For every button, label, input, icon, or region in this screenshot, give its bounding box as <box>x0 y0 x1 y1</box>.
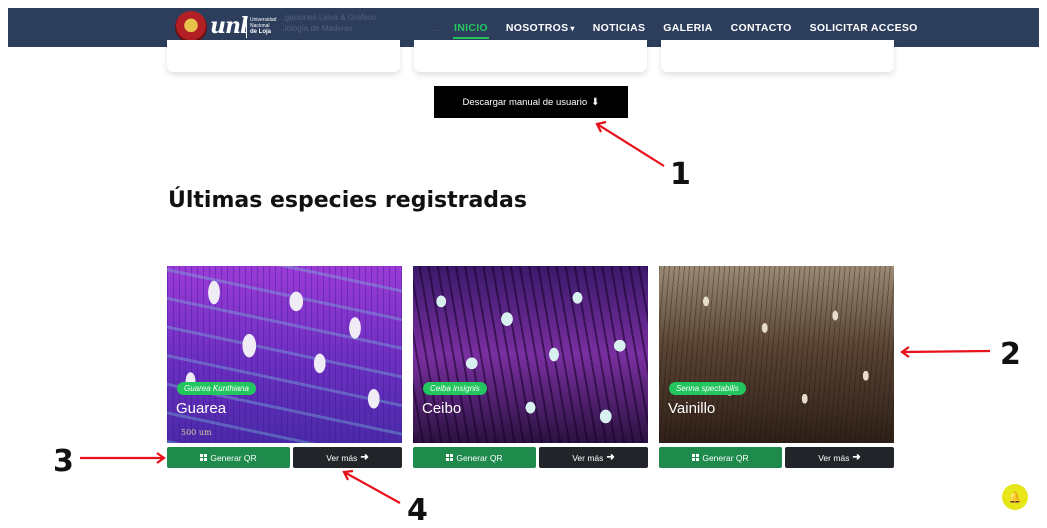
notification-button[interactable]: 🔔 <box>1002 484 1028 510</box>
annotation-overlay: 1 2 3 4 <box>53 120 1021 528</box>
annotation-number-2: 2 <box>1000 337 1021 372</box>
annotation-number-1: 1 <box>670 157 691 192</box>
annotation-number-3: 3 <box>53 444 74 479</box>
annotation-arrow-2 <box>901 349 991 354</box>
annotation-arrow-1 <box>596 123 665 167</box>
bell-icon: 🔔 <box>1008 491 1022 504</box>
annotation-arrow-4 <box>343 471 401 504</box>
annotation-number-4: 4 <box>407 493 428 528</box>
